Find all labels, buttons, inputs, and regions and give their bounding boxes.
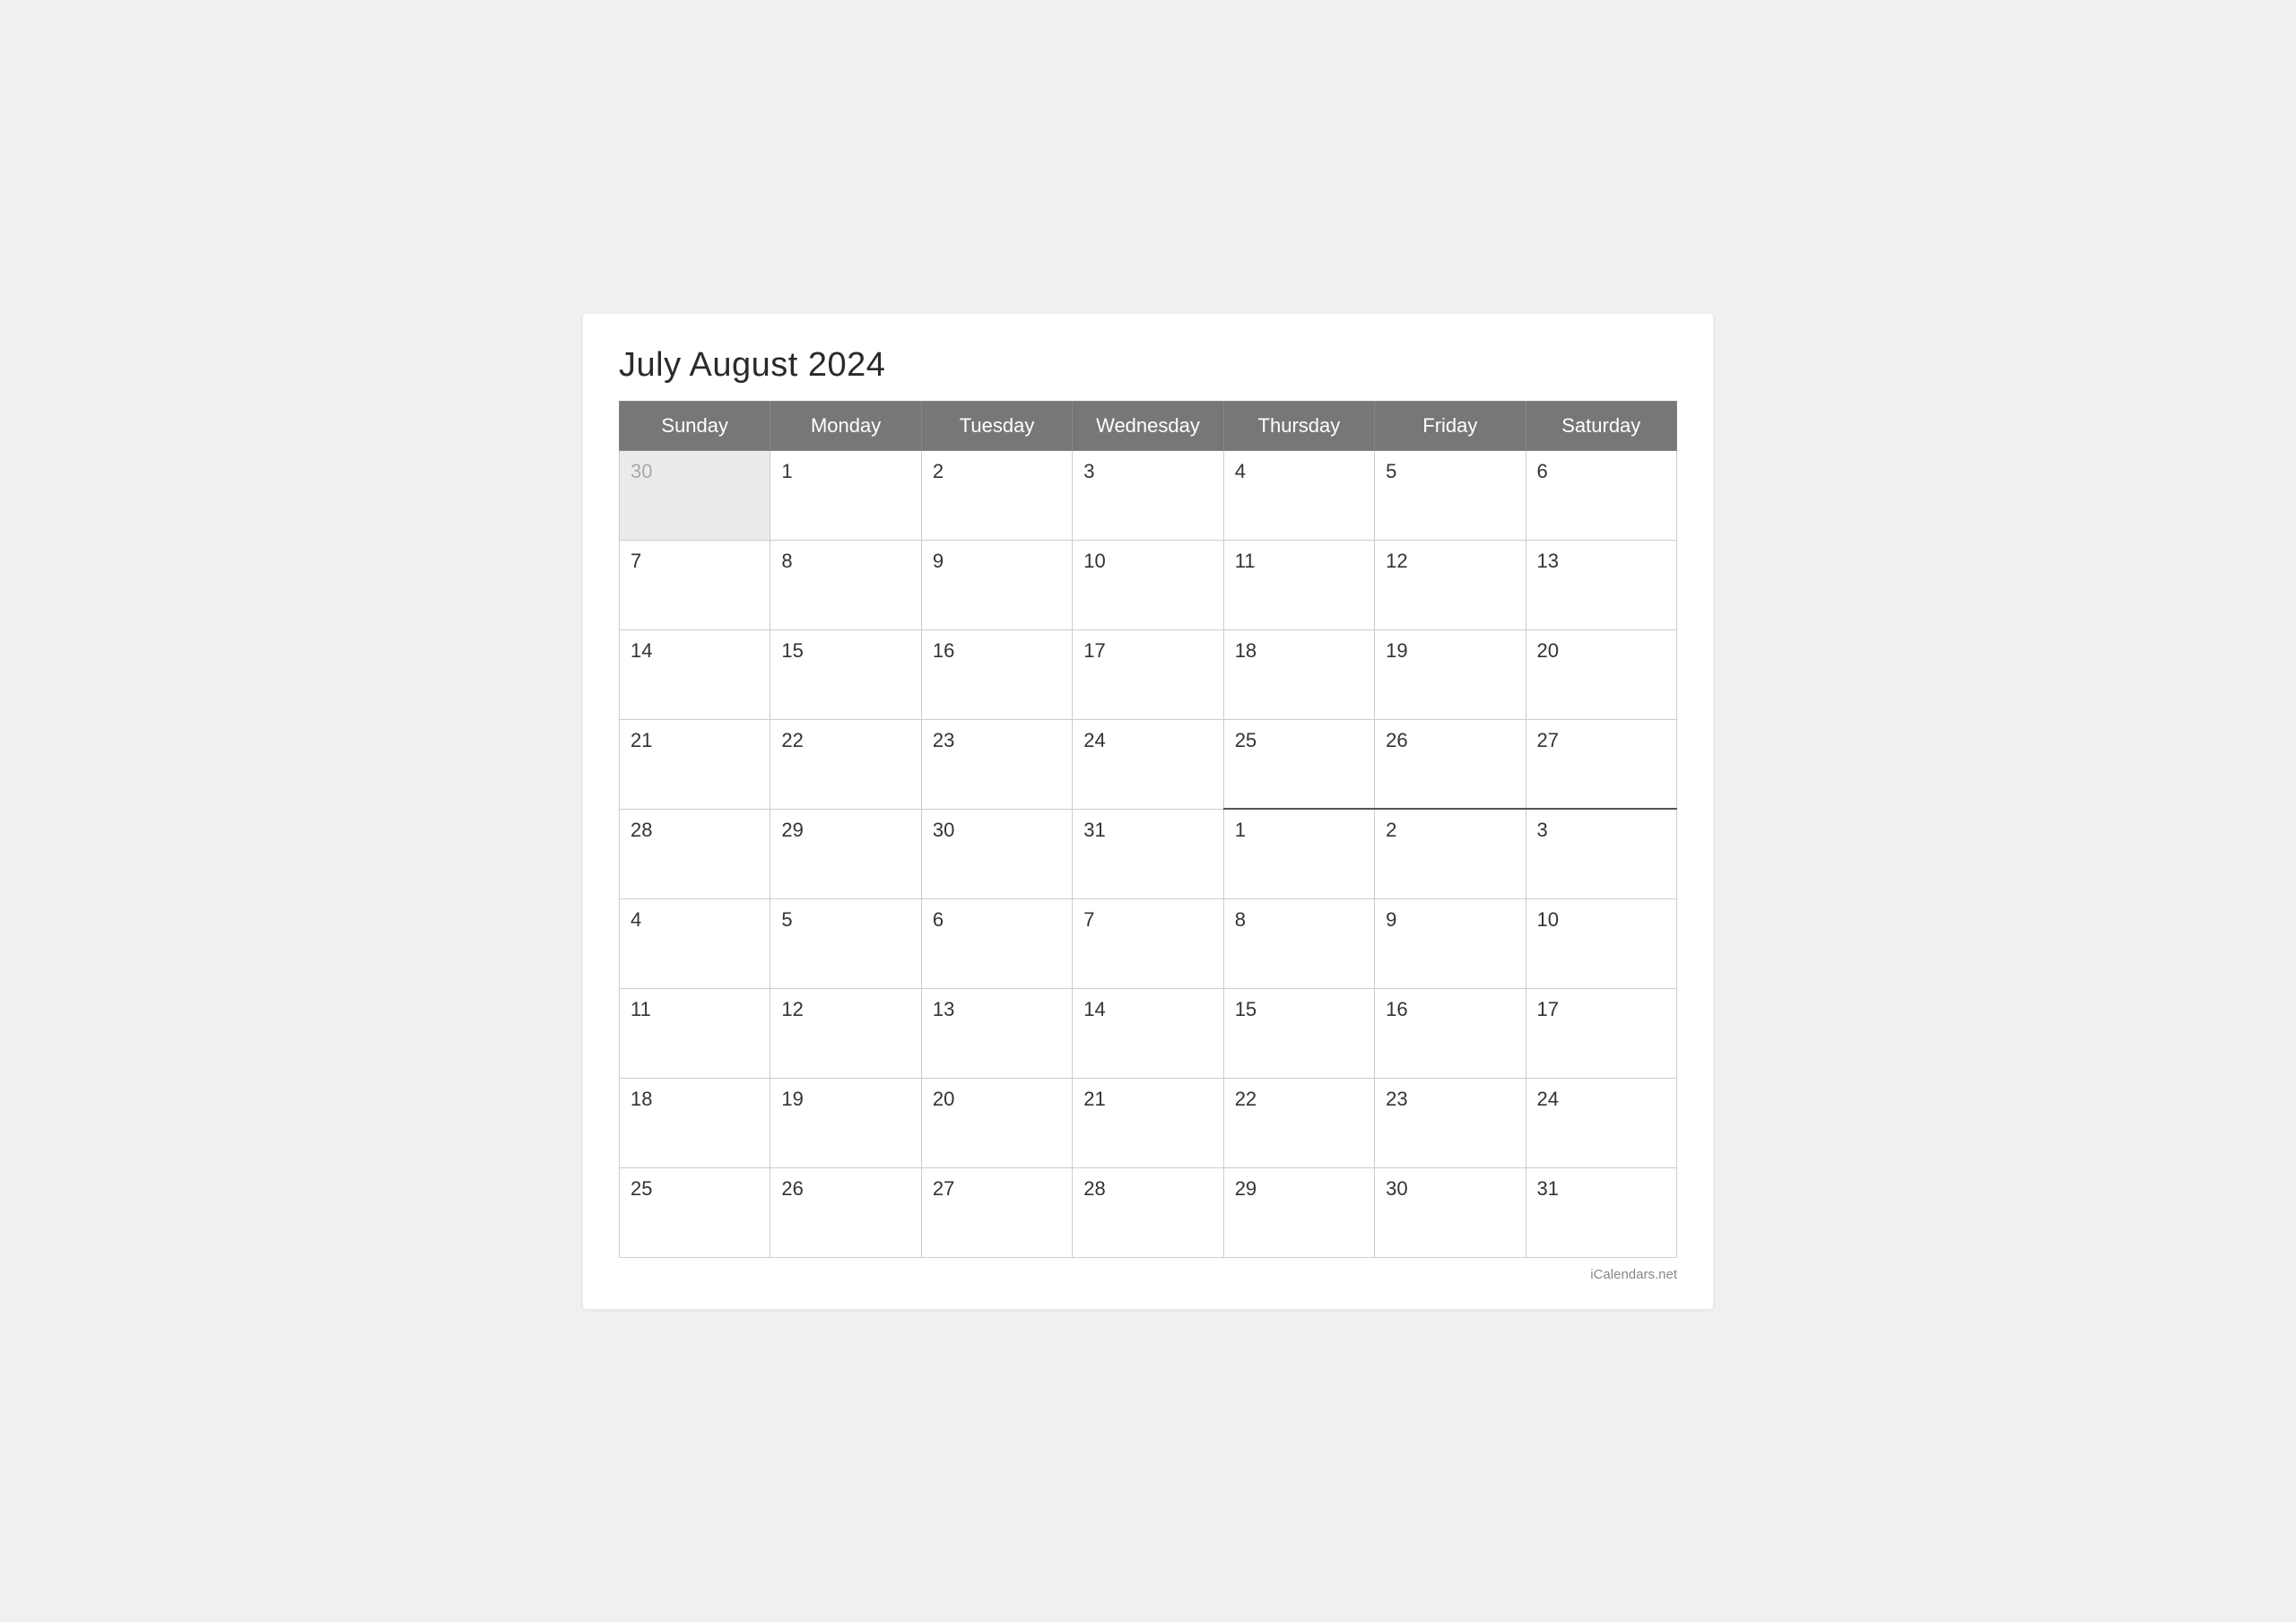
- calendar-day-cell[interactable]: 5: [1375, 450, 1526, 540]
- calendar-day-cell[interactable]: 10: [1526, 898, 1676, 988]
- column-header-wednesday: Wednesday: [1073, 401, 1223, 450]
- calendar-day-cell[interactable]: 28: [620, 809, 770, 898]
- calendar-day-cell[interactable]: 18: [1223, 629, 1374, 719]
- calendar-day-cell[interactable]: 20: [921, 1078, 1072, 1167]
- calendar-day-cell[interactable]: 17: [1526, 988, 1676, 1078]
- calendar-day-cell[interactable]: 11: [1223, 540, 1374, 629]
- calendar-day-cell[interactable]: 13: [921, 988, 1072, 1078]
- calendar-day-cell[interactable]: 3: [1073, 450, 1223, 540]
- calendar-day-cell[interactable]: 26: [1375, 719, 1526, 809]
- calendar-day-cell[interactable]: 19: [770, 1078, 921, 1167]
- calendar-day-cell[interactable]: 26: [770, 1167, 921, 1257]
- calendar-week-row: 18192021222324: [620, 1078, 1677, 1167]
- calendar-day-cell[interactable]: 16: [921, 629, 1072, 719]
- calendar-table: SundayMondayTuesdayWednesdayThursdayFrid…: [619, 401, 1677, 1258]
- calendar-day-cell[interactable]: 14: [620, 629, 770, 719]
- calendar-day-cell[interactable]: 18: [620, 1078, 770, 1167]
- column-header-sunday: Sunday: [620, 401, 770, 450]
- calendar-day-cell[interactable]: 13: [1526, 540, 1676, 629]
- calendar-day-cell[interactable]: 1: [1223, 809, 1374, 898]
- calendar-week-row: 25262728293031: [620, 1167, 1677, 1257]
- calendar-day-cell[interactable]: 27: [1526, 719, 1676, 809]
- calendar-day-cell[interactable]: 6: [1526, 450, 1676, 540]
- calendar-day-cell[interactable]: 3: [1526, 809, 1676, 898]
- calendar-day-cell[interactable]: 17: [1073, 629, 1223, 719]
- calendar-day-cell[interactable]: 4: [620, 898, 770, 988]
- column-header-friday: Friday: [1375, 401, 1526, 450]
- calendar-day-cell[interactable]: 23: [921, 719, 1072, 809]
- column-header-tuesday: Tuesday: [921, 401, 1072, 450]
- calendar-week-row: 30123456: [620, 450, 1677, 540]
- calendar-week-row: 21222324252627: [620, 719, 1677, 809]
- calendar-container: July August 2024 SundayMondayTuesdayWedn…: [583, 314, 1713, 1309]
- calendar-day-cell[interactable]: 30: [620, 450, 770, 540]
- calendar-day-cell[interactable]: 28: [1073, 1167, 1223, 1257]
- calendar-day-cell[interactable]: 24: [1073, 719, 1223, 809]
- calendar-body: 3012345678910111213141516171819202122232…: [620, 450, 1677, 1257]
- calendar-day-cell[interactable]: 2: [1375, 809, 1526, 898]
- calendar-day-cell[interactable]: 1: [770, 450, 921, 540]
- calendar-day-cell[interactable]: 11: [620, 988, 770, 1078]
- calendar-day-cell[interactable]: 15: [770, 629, 921, 719]
- calendar-day-cell[interactable]: 7: [620, 540, 770, 629]
- column-header-monday: Monday: [770, 401, 921, 450]
- calendar-title: July August 2024: [619, 346, 1677, 385]
- calendar-day-cell[interactable]: 25: [1223, 719, 1374, 809]
- calendar-day-cell[interactable]: 15: [1223, 988, 1374, 1078]
- calendar-day-cell[interactable]: 30: [921, 809, 1072, 898]
- calendar-week-row: 45678910: [620, 898, 1677, 988]
- calendar-day-cell[interactable]: 22: [770, 719, 921, 809]
- calendar-header: SundayMondayTuesdayWednesdayThursdayFrid…: [620, 401, 1677, 450]
- calendar-day-cell[interactable]: 21: [1073, 1078, 1223, 1167]
- column-header-saturday: Saturday: [1526, 401, 1676, 450]
- calendar-day-cell[interactable]: 20: [1526, 629, 1676, 719]
- calendar-day-cell[interactable]: 21: [620, 719, 770, 809]
- calendar-day-cell[interactable]: 14: [1073, 988, 1223, 1078]
- calendar-day-cell[interactable]: 6: [921, 898, 1072, 988]
- calendar-day-cell[interactable]: 29: [770, 809, 921, 898]
- calendar-day-cell[interactable]: 27: [921, 1167, 1072, 1257]
- calendar-day-cell[interactable]: 10: [1073, 540, 1223, 629]
- calendar-week-row: 78910111213: [620, 540, 1677, 629]
- calendar-day-cell[interactable]: 4: [1223, 450, 1374, 540]
- calendar-day-cell[interactable]: 7: [1073, 898, 1223, 988]
- calendar-day-cell[interactable]: 31: [1526, 1167, 1676, 1257]
- calendar-day-cell[interactable]: 2: [921, 450, 1072, 540]
- calendar-day-cell[interactable]: 12: [770, 988, 921, 1078]
- calendar-week-row: 14151617181920: [620, 629, 1677, 719]
- footer-text: iCalendars.net: [619, 1267, 1677, 1282]
- calendar-day-cell[interactable]: 9: [921, 540, 1072, 629]
- calendar-day-cell[interactable]: 19: [1375, 629, 1526, 719]
- calendar-day-cell[interactable]: 8: [1223, 898, 1374, 988]
- header-row: SundayMondayTuesdayWednesdayThursdayFrid…: [620, 401, 1677, 450]
- calendar-day-cell[interactable]: 5: [770, 898, 921, 988]
- calendar-day-cell[interactable]: 25: [620, 1167, 770, 1257]
- calendar-day-cell[interactable]: 12: [1375, 540, 1526, 629]
- calendar-day-cell[interactable]: 31: [1073, 809, 1223, 898]
- calendar-day-cell[interactable]: 9: [1375, 898, 1526, 988]
- calendar-day-cell[interactable]: 8: [770, 540, 921, 629]
- calendar-week-row: 28293031123: [620, 809, 1677, 898]
- calendar-day-cell[interactable]: 24: [1526, 1078, 1676, 1167]
- calendar-week-row: 11121314151617: [620, 988, 1677, 1078]
- calendar-day-cell[interactable]: 22: [1223, 1078, 1374, 1167]
- calendar-day-cell[interactable]: 29: [1223, 1167, 1374, 1257]
- column-header-thursday: Thursday: [1223, 401, 1374, 450]
- calendar-day-cell[interactable]: 30: [1375, 1167, 1526, 1257]
- calendar-day-cell[interactable]: 16: [1375, 988, 1526, 1078]
- calendar-day-cell[interactable]: 23: [1375, 1078, 1526, 1167]
